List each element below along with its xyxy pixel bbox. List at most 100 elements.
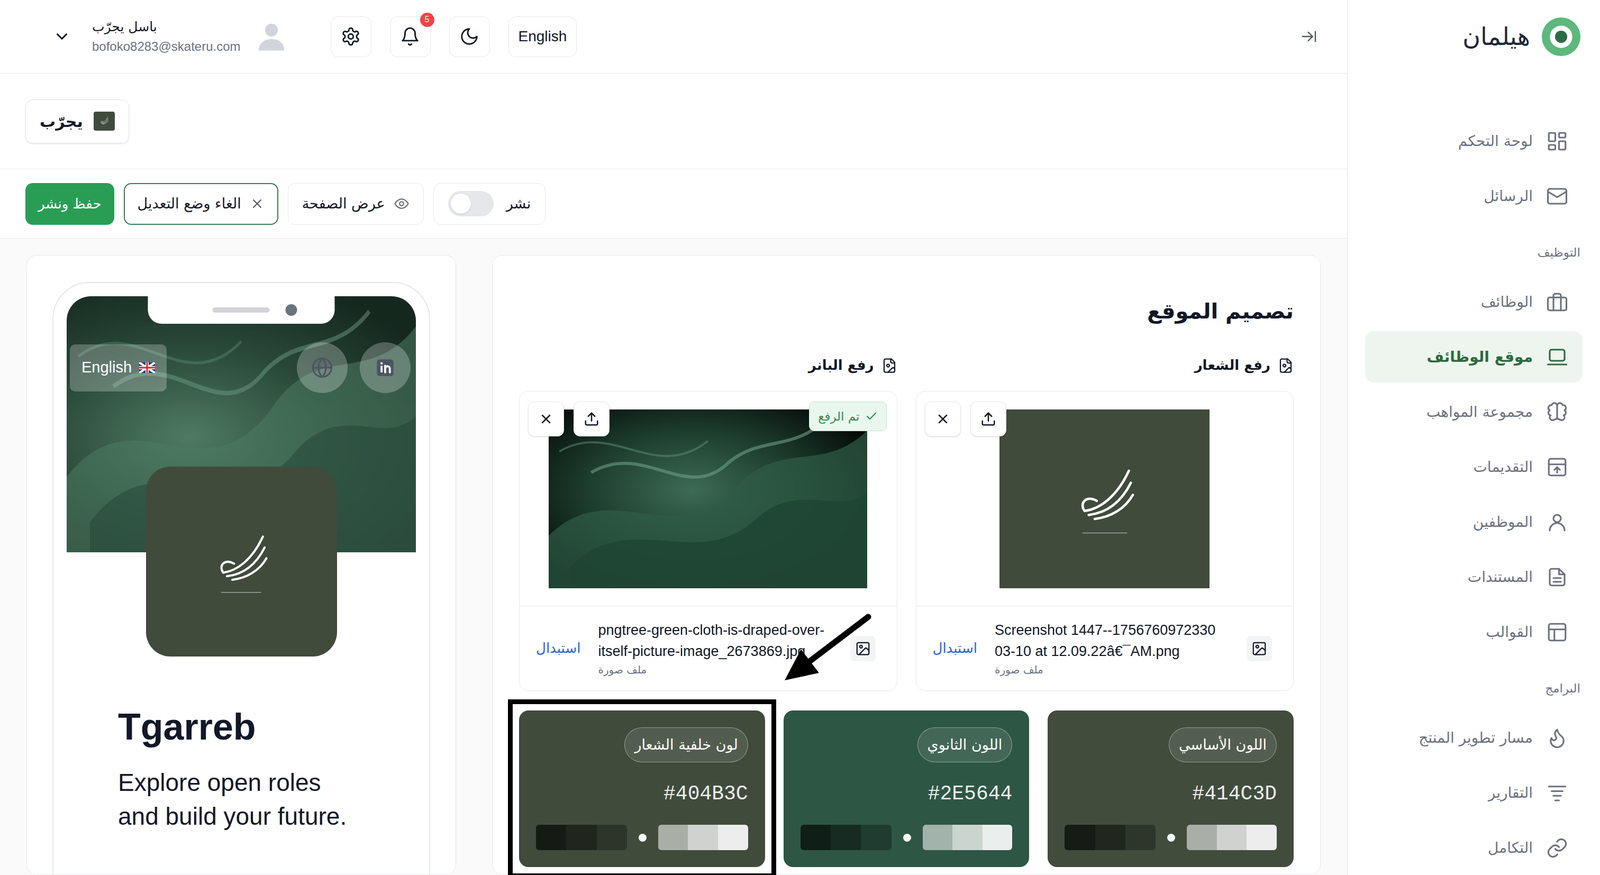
shade-swatch	[860, 824, 892, 851]
brain-icon	[1546, 401, 1569, 424]
upload-box[interactable]: تم الرفعpngtree-green-cloth-is-draped-ov…	[519, 391, 898, 692]
tint-swatch	[922, 824, 953, 851]
file-name-line: itself-picture-image_2673869.jpg	[597, 643, 806, 660]
settings-button[interactable]	[330, 16, 372, 58]
shade-swatch	[1064, 824, 1095, 851]
tint-swatch	[1246, 824, 1277, 851]
language-button[interactable]: English	[508, 16, 578, 58]
user-icon	[1546, 511, 1569, 534]
publish-label: نشر	[506, 193, 532, 215]
upload-button[interactable]	[573, 401, 610, 437]
upload-button[interactable]	[970, 401, 1007, 437]
linkedin-icon	[374, 356, 397, 379]
sidebar-item[interactable]: الوظائف	[1365, 276, 1583, 328]
avatar-icon	[256, 21, 287, 52]
user-menu[interactable]: باسل يجرّبbofoko8283@skateru.com	[52, 18, 287, 55]
theme-button[interactable]	[449, 16, 490, 58]
sidebar-item-label[interactable]: لوحة التحكم	[1458, 130, 1533, 153]
replace-link[interactable]: استبدال	[932, 638, 978, 659]
sidebar-item-label[interactable]: الوظائف	[1480, 291, 1533, 314]
sidebar-item-label[interactable]: مسار تطوير المنتج	[1418, 726, 1533, 750]
inbox-upload-icon	[1546, 456, 1569, 479]
color-card[interactable]: اللون الأساسي #414C3D	[1047, 710, 1294, 868]
shade-swatch	[596, 824, 627, 851]
sidebar-item-label[interactable]: الموظفين	[1473, 511, 1533, 534]
brand-name[interactable]: هيلمان	[1462, 18, 1531, 56]
website-link[interactable]	[296, 342, 348, 394]
file-text: Screenshot 1447--1756760972330 03-10 at 1…	[994, 619, 1230, 678]
chevron-down-icon	[52, 27, 71, 46]
preview-top-row: English	[69, 342, 411, 394]
preview-button[interactable]: عرض الصفحة	[287, 183, 424, 225]
file-name-line: Screenshot 1447--1756760972330	[994, 622, 1216, 639]
file-type-badge	[1246, 635, 1272, 662]
save-publish-label[interactable]: حفظ ونشر	[38, 193, 102, 215]
editor-toolbar: نشر عرض الصفحة الغاء وضع التعديل حفظ ونشر	[0, 169, 1348, 239]
upload-box[interactable]: Screenshot 1447--1756760972330 03-10 at 1…	[915, 391, 1295, 692]
sidebar-item[interactable]: المستندات	[1365, 551, 1583, 603]
color-card[interactable]: لون خلفية الشعار#404B3C	[519, 710, 766, 868]
remove-button[interactable]	[924, 401, 961, 437]
sidebar-item[interactable]: مسار تطوير المنتج	[1365, 712, 1583, 764]
sidebar-item-label[interactable]: التقديمات	[1473, 456, 1534, 479]
check-icon	[865, 410, 878, 423]
upload-label: رفع البانر	[519, 355, 898, 376]
sidebar-item[interactable]: مجموعة المواهب	[1365, 386, 1583, 438]
user-menu-toggle[interactable]	[52, 27, 71, 46]
uk-flag-icon	[139, 362, 156, 374]
publish-toggle[interactable]	[448, 191, 494, 217]
user-email: bofoko8283@skateru.com	[92, 38, 241, 55]
sidebar-section: التوظيف	[1365, 225, 1583, 273]
sidebar-item[interactable]: الموظفين	[1365, 496, 1583, 548]
color-label-text: اللون الثانوي	[927, 734, 1003, 757]
color-card[interactable]: اللون الثانوي #2E5644	[783, 710, 1030, 868]
sidebar-item-label[interactable]: مجموعة المواهب	[1426, 401, 1533, 424]
sidebar-item[interactable]: التكامل	[1365, 822, 1583, 874]
color-label: اللون الأساسي	[1168, 727, 1277, 763]
sidebar-item[interactable]: الرسائل	[1365, 170, 1583, 222]
shade-swatch	[566, 824, 597, 851]
language-label[interactable]: English	[518, 25, 568, 48]
cancel-edit-button[interactable]: الغاء وضع التعديل	[123, 183, 279, 225]
sidebar-item-label[interactable]: موقع الوظائف	[1426, 346, 1533, 369]
color-hex[interactable]: #414C3D	[1192, 782, 1277, 806]
notifications-button[interactable]: 5	[389, 16, 431, 58]
sidebar-item[interactable]: القوالب	[1365, 606, 1583, 658]
tint-swatch	[952, 824, 983, 851]
sidebar-item[interactable]: لوحة التحكم	[1365, 115, 1583, 167]
brand-logo-icon	[1540, 16, 1582, 58]
color-hex[interactable]: #2E5644	[928, 782, 1013, 806]
file-name-line: 03-10 at 12.09.22â€¯AM.png	[994, 643, 1180, 660]
sidebar-item[interactable]: التقديمات	[1365, 441, 1583, 493]
cancel-edit-label[interactable]: الغاء وضع التعديل	[137, 193, 242, 215]
upload-label: رفع الشعار	[915, 355, 1295, 376]
sidebar-item-label[interactable]: المستندات	[1467, 566, 1533, 589]
sidebar-item-label[interactable]: القوالب	[1485, 621, 1533, 644]
wing-logo-icon	[96, 113, 112, 129]
replace-link[interactable]: استبدال	[535, 638, 581, 659]
sidebar-item[interactable]: التقارير	[1365, 767, 1583, 819]
eye-icon	[393, 195, 410, 212]
shade-swatch	[1095, 824, 1126, 851]
preview-language-chip[interactable]: English	[69, 344, 167, 392]
preview-label[interactable]: عرض الصفحة	[302, 193, 386, 215]
save-publish-button[interactable]: حفظ ونشر	[25, 183, 115, 225]
sidebar-item[interactable]: موقع الوظائف	[1365, 331, 1583, 383]
design-title: تصميم الموقع	[1147, 298, 1294, 324]
link-icon	[1546, 837, 1569, 860]
collapse-sidebar-button[interactable]	[1300, 28, 1318, 45]
color-hex[interactable]: #404B3C	[663, 782, 749, 806]
site-switcher[interactable]: يجرّب	[25, 99, 130, 144]
color-label: اللون الثانوي	[917, 727, 1013, 763]
brand[interactable]: هيلمان	[1365, 0, 1583, 74]
sidebar-item-label[interactable]: التكامل	[1487, 837, 1533, 860]
file-type-badge	[850, 635, 876, 662]
base-dot	[903, 833, 912, 842]
site-name[interactable]: يجرّب	[39, 109, 84, 134]
linkedin-link[interactable]	[359, 342, 411, 394]
upload-preview: تم الرفع	[519, 391, 897, 606]
sidebar-item-label[interactable]: الرسائل	[1483, 185, 1533, 208]
preview-language-label[interactable]: English	[81, 356, 132, 380]
sidebar-item-label[interactable]: التقارير	[1488, 782, 1533, 805]
remove-button[interactable]	[528, 401, 565, 437]
